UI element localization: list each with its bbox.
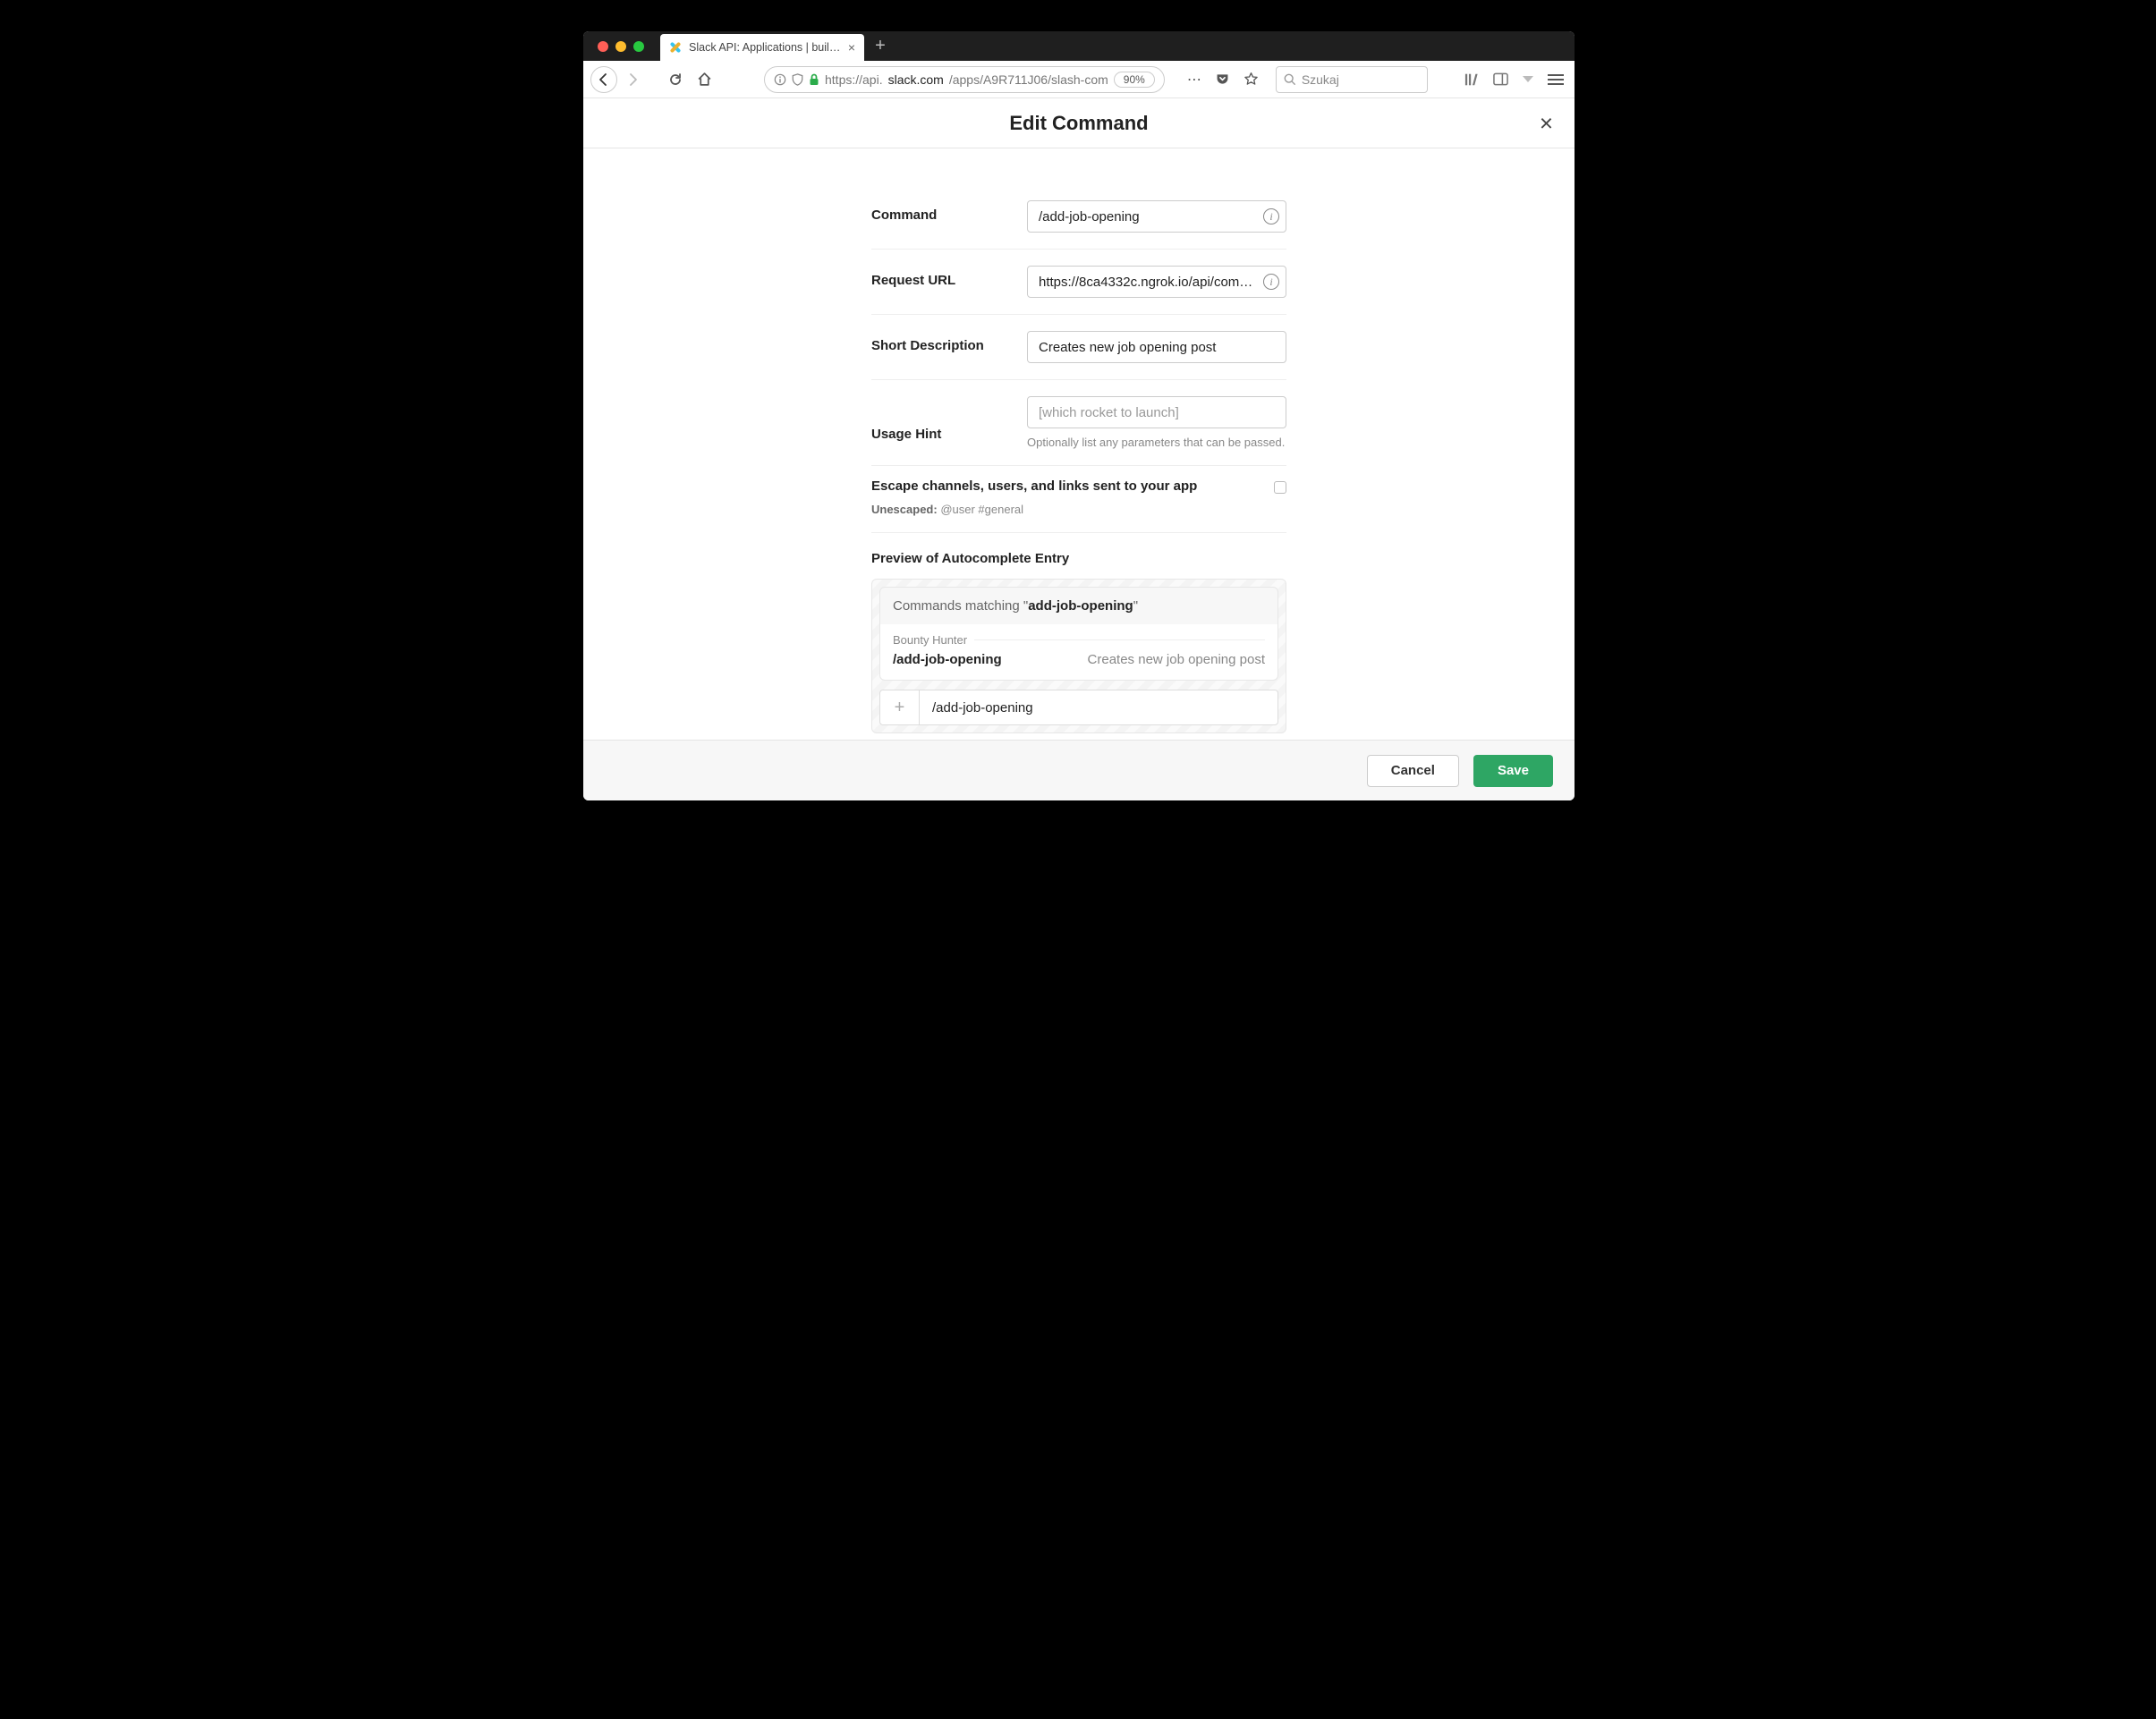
url-protocol: https://api. xyxy=(825,72,883,87)
preview-body: Bounty Hunter /add-job-opening Creates n… xyxy=(879,624,1278,681)
bookmark-button[interactable] xyxy=(1238,66,1265,93)
close-tab-icon[interactable]: × xyxy=(848,41,855,54)
escape-checkbox[interactable] xyxy=(1274,481,1286,494)
back-button[interactable] xyxy=(590,66,617,93)
info-icon[interactable]: i xyxy=(1263,208,1279,224)
library-icon[interactable] xyxy=(1464,72,1481,87)
browser-tab[interactable]: Slack API: Applications | buildin × xyxy=(660,34,864,61)
lock-icon xyxy=(809,73,819,86)
request-url-label: Request URL xyxy=(871,266,1020,288)
sidebar-icon[interactable] xyxy=(1493,72,1508,86)
field-request-url: Request URL i xyxy=(871,250,1286,315)
attach-button[interactable]: + xyxy=(880,690,920,724)
search-icon xyxy=(1284,73,1296,86)
slack-icon xyxy=(669,41,682,54)
short-description-label: Short Description xyxy=(871,331,1020,353)
page-actions-button[interactable]: ⋯ xyxy=(1181,66,1208,93)
autocomplete-preview: Commands matching "add-job-opening" Boun… xyxy=(871,579,1286,733)
form-scroll-area[interactable]: Command i Request URL xyxy=(583,148,1575,740)
preview-command: /add-job-opening xyxy=(893,652,1002,667)
field-command: Command i xyxy=(871,184,1286,250)
preview-command-line: /add-job-opening Creates new job opening… xyxy=(893,652,1265,667)
tab-title: Slack API: Applications | buildin xyxy=(689,41,841,54)
pocket-button[interactable] xyxy=(1210,66,1236,93)
preview-header: Commands matching "add-job-opening" xyxy=(879,587,1278,624)
url-path: /apps/A9R711J06/slash-com xyxy=(949,72,1108,87)
usage-hint-label: Usage Hint xyxy=(871,396,1020,442)
page-title: Edit Command xyxy=(1009,112,1148,135)
preview-description: Creates new job opening post xyxy=(1088,652,1265,667)
preview-app-name: Bounty Hunter xyxy=(893,633,1265,647)
command-label: Command xyxy=(871,200,1020,223)
command-input[interactable] xyxy=(1027,200,1286,233)
field-escape: Escape channels, users, and links sent t… xyxy=(871,466,1286,533)
field-usage-hint: Usage Hint Optionally list any parameter… xyxy=(871,380,1286,466)
search-bar[interactable]: Szukaj xyxy=(1276,66,1428,93)
short-description-input[interactable] xyxy=(1027,331,1286,363)
url-host: slack.com xyxy=(888,72,944,87)
field-short-description: Short Description xyxy=(871,315,1286,380)
window-controls xyxy=(598,41,644,52)
usage-hint-helptext: Optionally list any parameters that can … xyxy=(1027,436,1286,449)
usage-hint-input[interactable] xyxy=(1027,396,1286,428)
home-button[interactable] xyxy=(691,66,717,93)
tab-strip: Slack API: Applications | buildin × + xyxy=(583,31,1575,61)
save-button[interactable]: Save xyxy=(1473,755,1553,787)
request-url-input[interactable] xyxy=(1027,266,1286,298)
modal-footer: Cancel Save xyxy=(583,740,1575,800)
chevron-down-icon[interactable] xyxy=(1521,74,1535,85)
preview-compose: + /add-job-opening xyxy=(879,690,1278,725)
forward-button[interactable] xyxy=(619,66,646,93)
close-icon[interactable]: × xyxy=(1540,109,1553,137)
minimize-window-button[interactable] xyxy=(615,41,626,52)
escape-title: Escape channels, users, and links sent t… xyxy=(871,478,1274,494)
zoom-level[interactable]: 90% xyxy=(1114,72,1155,88)
cancel-button[interactable]: Cancel xyxy=(1367,755,1459,787)
reload-button[interactable] xyxy=(662,66,689,93)
search-placeholder: Szukaj xyxy=(1302,72,1339,87)
address-bar[interactable]: https://api. slack.com/apps/A9R711J06/sla… xyxy=(764,66,1165,93)
info-icon[interactable] xyxy=(774,73,786,86)
browser-toolbar: https://api. slack.com/apps/A9R711J06/sla… xyxy=(583,61,1575,98)
maximize-window-button[interactable] xyxy=(633,41,644,52)
new-tab-button[interactable]: + xyxy=(868,34,893,59)
browser-window: Slack API: Applications | buildin × + xyxy=(583,31,1575,800)
page-content: Edit Command × Command i xyxy=(583,98,1575,800)
shield-icon[interactable] xyxy=(792,73,803,86)
close-window-button[interactable] xyxy=(598,41,608,52)
preview-section-title: Preview of Autocomplete Entry xyxy=(871,551,1286,566)
escape-subtitle: Unescaped: @user #general xyxy=(871,503,1274,516)
compose-text: /add-job-opening xyxy=(920,690,1277,724)
menu-button[interactable] xyxy=(1548,74,1564,85)
info-icon[interactable]: i xyxy=(1263,274,1279,290)
modal-header: Edit Command × xyxy=(583,98,1575,148)
